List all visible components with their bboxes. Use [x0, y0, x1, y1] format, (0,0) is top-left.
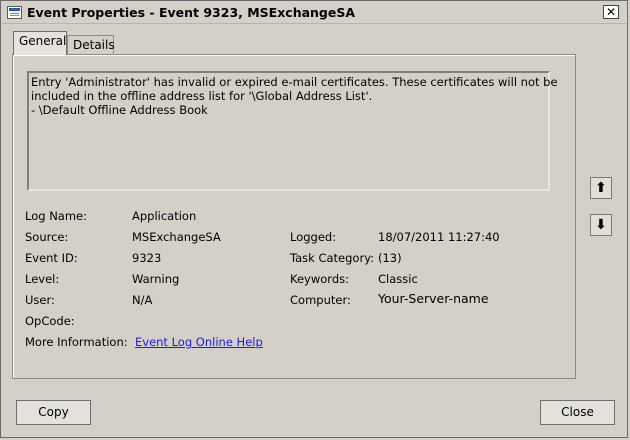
event-log-online-help-link[interactable]: Event Log Online Help	[135, 335, 263, 349]
description-line: included in the offline address list for…	[31, 89, 373, 103]
event-viewer-icon	[7, 6, 22, 19]
logged-label: Logged:	[290, 230, 337, 244]
task-category-value: (13)	[378, 251, 402, 265]
level-label: Level:	[25, 272, 60, 286]
title-bar[interactable]: Event Properties - Event 9323, MSExchang…	[2, 2, 626, 24]
close-window-button[interactable]: ✕	[603, 5, 619, 19]
event-id-value: 9323	[132, 251, 162, 265]
close-button[interactable]: Close	[540, 400, 615, 425]
log-name-value: Application	[132, 209, 197, 223]
computer-value: Your-Server-name	[378, 291, 489, 306]
description-line: Entry 'Administrator' has invalid or exp…	[31, 75, 558, 89]
log-name-label: Log Name:	[25, 209, 87, 223]
arrow-up-icon: ⬆	[595, 180, 607, 196]
user-label: User:	[25, 293, 55, 307]
source-label: Source:	[25, 230, 69, 244]
keywords-label: Keywords:	[290, 272, 349, 286]
event-properties-window: Event Properties - Event 9323, MSExchang…	[0, 0, 628, 438]
opcode-label: OpCode:	[25, 314, 75, 328]
copy-button[interactable]: Copy	[16, 400, 91, 425]
previous-event-button[interactable]: ⬆	[590, 177, 612, 199]
task-category-label: Task Category:	[290, 251, 375, 265]
tab-details[interactable]: Details	[67, 35, 115, 55]
event-id-label: Event ID:	[25, 251, 78, 265]
computer-label: Computer:	[290, 293, 351, 307]
source-value: MSExchangeSA	[132, 230, 221, 244]
user-value: N/A	[132, 293, 153, 307]
arrow-down-icon: ⬇	[595, 217, 607, 233]
more-information-label: More Information:	[25, 335, 128, 349]
next-event-button[interactable]: ⬇	[590, 214, 612, 236]
tab-general[interactable]: General	[13, 31, 67, 55]
logged-value: 18/07/2011 11:27:40	[378, 230, 500, 244]
level-value: Warning	[132, 272, 180, 286]
description-line: - \Default Offline Address Book	[31, 103, 208, 117]
event-description[interactable]: Entry 'Administrator' has invalid or exp…	[27, 71, 558, 191]
keywords-value: Classic	[378, 272, 418, 286]
window-title: Event Properties - Event 9323, MSExchang…	[27, 5, 356, 20]
